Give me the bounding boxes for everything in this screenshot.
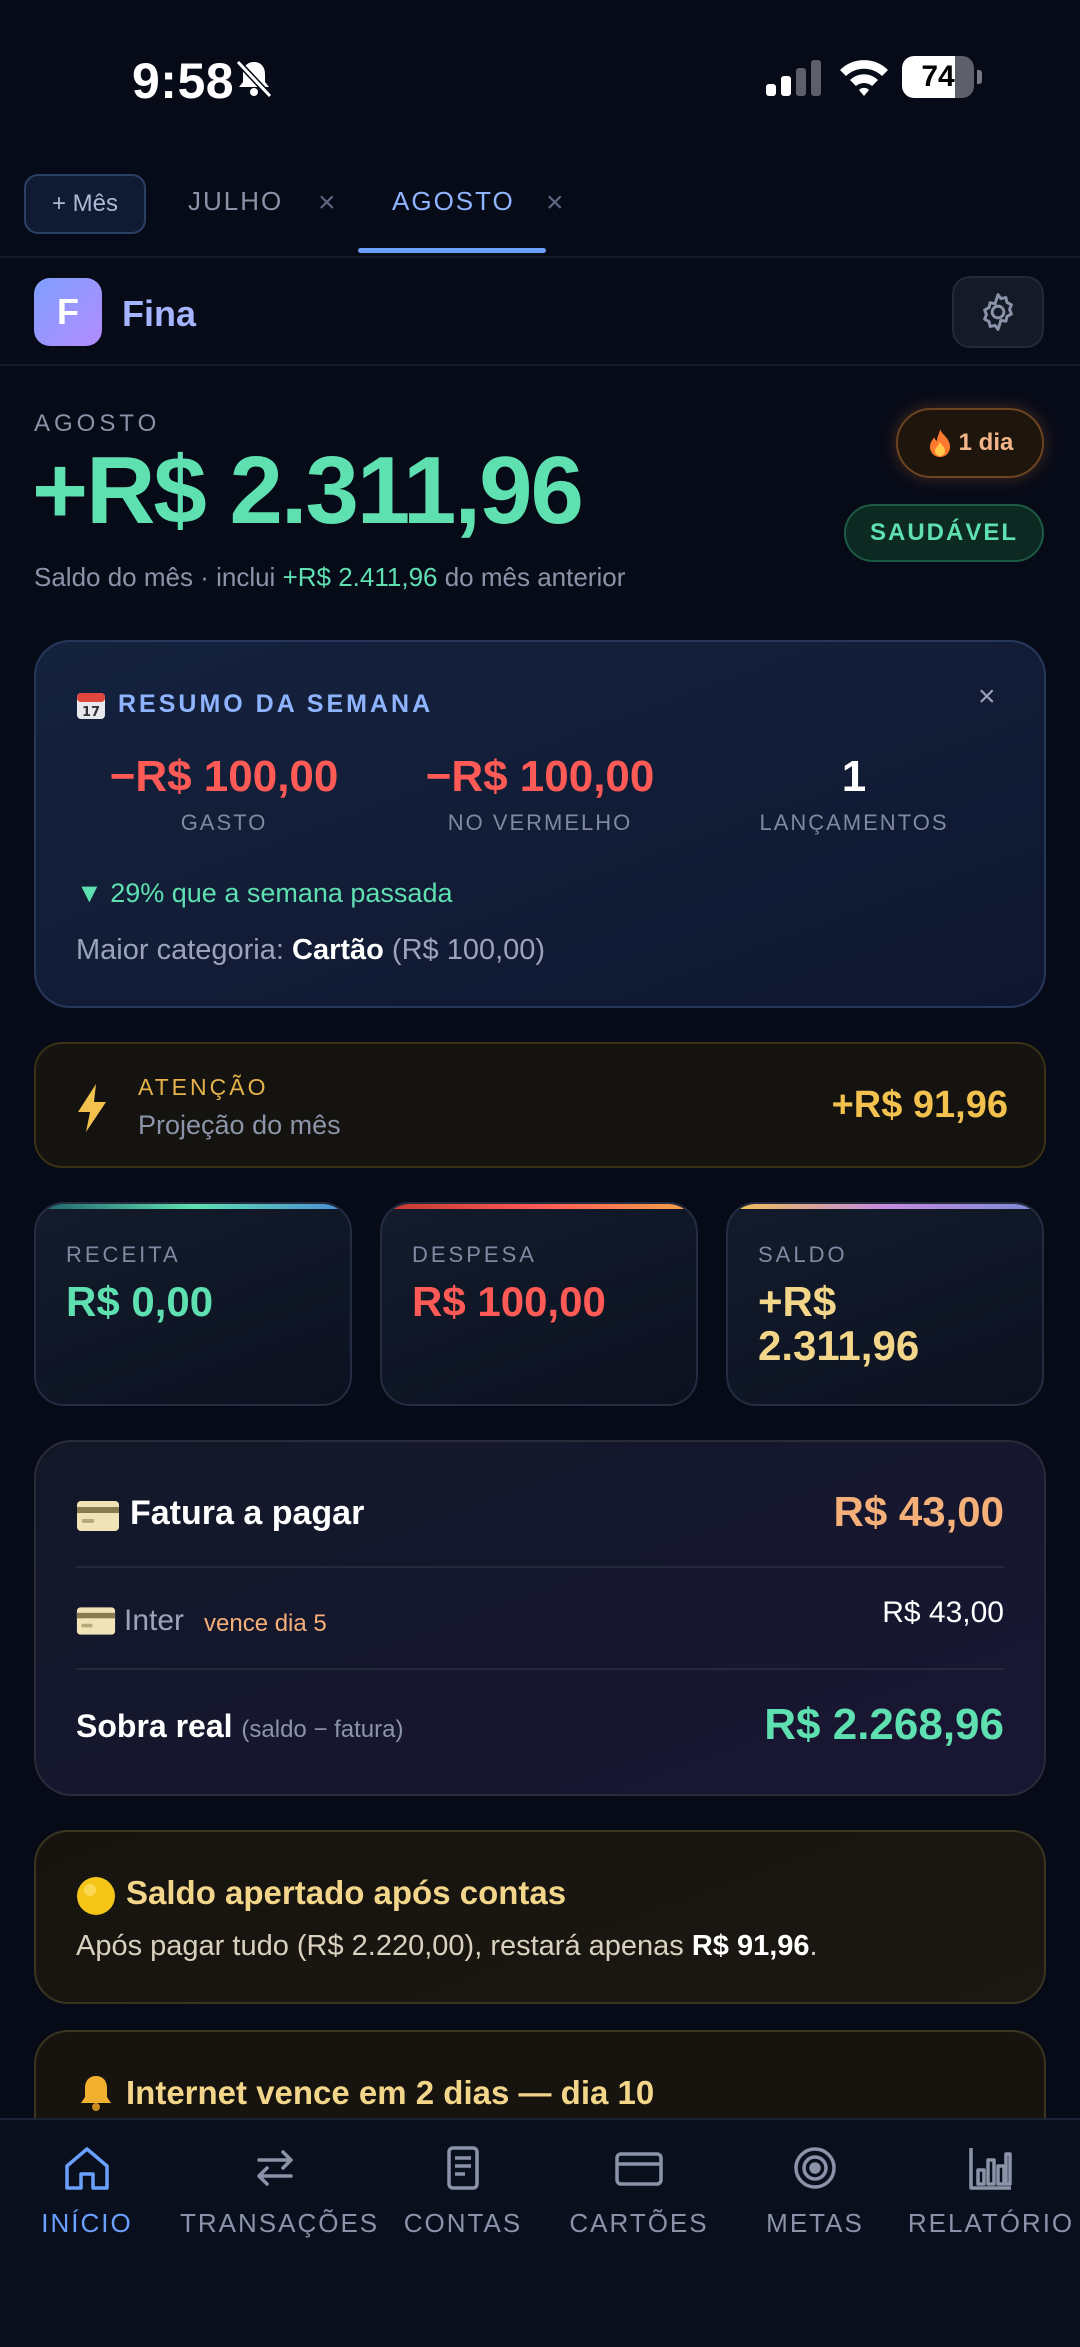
- nav-label-relatorio: RELATÓRIO: [907, 2208, 1075, 2238]
- leftover-note: (saldo − fatura): [241, 1716, 404, 1743]
- nav-contas[interactable]: CONTAS: [368, 2142, 558, 2239]
- app-logo: F: [34, 278, 102, 346]
- expense-value: R$ 100,00: [412, 1278, 606, 1325]
- invoice-divider: [76, 1668, 1004, 1670]
- leftover-value: R$ 2.268,96: [764, 1700, 1004, 1749]
- week-spent-value: −R$ 100,00: [109, 752, 339, 801]
- bell-off-icon: [235, 59, 273, 99]
- nav-transacoes[interactable]: TRANSAÇÕES: [180, 2142, 380, 2239]
- active-tab-indicator: [358, 248, 546, 253]
- credit-card-icon: [77, 1501, 119, 1531]
- invoice-title: Fatura a pagar: [130, 1494, 365, 1532]
- header-divider: [0, 364, 1080, 366]
- balance-month-label: AGOSTO: [34, 410, 161, 437]
- invoice-due: vence dia 5: [204, 1610, 327, 1637]
- calendar-icon: 17: [77, 693, 105, 720]
- close-tab-agosto-icon[interactable]: ×: [546, 186, 564, 220]
- close-week-summary-icon[interactable]: ×: [978, 680, 996, 714]
- lightning-icon: [78, 1084, 106, 1132]
- bell-icon: [81, 2076, 111, 2111]
- nav-metas[interactable]: METAS: [720, 2142, 910, 2239]
- settings-button[interactable]: [952, 276, 1044, 348]
- week-entries-value: 1: [841, 752, 867, 801]
- nav-label-cartoes: CARTÕES: [569, 2208, 709, 2238]
- svg-text:17: 17: [82, 705, 100, 720]
- tight-balance-body: Após pagar tudo (R$ 2.220,00), restará a…: [76, 1930, 818, 1962]
- close-tab-julho-icon[interactable]: ×: [318, 186, 336, 220]
- week-trend: ▼ 29% que a semana passada: [76, 878, 453, 908]
- leftover-label: Sobra real (saldo − fatura): [76, 1708, 404, 1744]
- tabs-divider: [0, 256, 1080, 258]
- income-value: R$ 0,00: [66, 1278, 214, 1325]
- cellular-signal-icon: [766, 60, 821, 96]
- attention-subtitle: Projeção do mês: [138, 1110, 341, 1140]
- battery-percent: 74: [921, 60, 955, 93]
- bill-alert-title: Internet vence em 2 dias — dia 10: [126, 2074, 655, 2111]
- status-time: 9:58: [132, 53, 235, 109]
- balance-card-value: +R$ 2.311,96: [758, 1278, 920, 1370]
- fire-icon: [929, 429, 950, 457]
- target-icon: [794, 2147, 836, 2189]
- income-label: RECEITA: [66, 1242, 181, 1267]
- invoice-total: R$ 43,00: [833, 1488, 1004, 1535]
- expense-label: DESPESA: [412, 1242, 537, 1267]
- month-balance: +R$ 2.311,96: [32, 437, 584, 544]
- projection-value: +R$ 91,96: [831, 1084, 1008, 1126]
- yellow-circle-icon: [77, 1877, 115, 1915]
- week-red-label: NO VERMELHO: [447, 810, 633, 835]
- battery-icon: 74: [902, 56, 982, 98]
- invoice-divider: [76, 1566, 1004, 1568]
- top-category: Maior categoria: Cartão (R$ 100,00): [76, 934, 546, 966]
- gear-icon: [983, 293, 1013, 331]
- nav-label-transacoes: TRANSAÇÕES: [180, 2208, 380, 2238]
- credit-card-icon: [76, 1607, 116, 1635]
- streak-badge[interactable]: 1 dia: [896, 408, 1044, 478]
- tab-agosto[interactable]: AGOSTO: [392, 186, 515, 217]
- nav-inicio[interactable]: INÍCIO: [0, 2142, 182, 2239]
- chart-icon: [969, 2148, 1012, 2190]
- nav-cartoes[interactable]: CARTÕES: [544, 2142, 734, 2239]
- home-icon: [65, 2147, 109, 2190]
- app-name: Fina: [122, 293, 197, 334]
- week-spent-label: GASTO: [180, 810, 268, 835]
- document-icon: [447, 2146, 479, 2190]
- arrows-icon: [257, 2150, 293, 2186]
- health-badge: SAUDÁVEL: [844, 504, 1044, 562]
- week-red-value: −R$ 100,00: [425, 752, 655, 801]
- previous-month-amount: +R$ 2.411,96: [282, 562, 438, 592]
- balance-subtitle: Saldo do mês · inclui +R$ 2.411,96 do mê…: [34, 562, 626, 592]
- tight-balance-card[interactable]: [34, 1830, 1046, 2004]
- nav-relatorio[interactable]: RELATÓRIO: [896, 2142, 1080, 2239]
- card-icon: [615, 2152, 663, 2186]
- nav-label-metas: METAS: [766, 2208, 864, 2238]
- week-summary-title: RESUMO DA SEMANA: [118, 690, 434, 718]
- invoice-bank-value: R$ 43,00: [882, 1596, 1004, 1629]
- week-entries-label: LANÇAMENTOS: [759, 810, 949, 835]
- add-month-button[interactable]: + Mês: [24, 174, 146, 234]
- tab-julho[interactable]: JULHO: [188, 186, 283, 217]
- streak-label: 1 dia: [958, 429, 1014, 456]
- nav-label-inicio: INÍCIO: [41, 2208, 133, 2238]
- attention-title: ATENÇÃO: [138, 1074, 269, 1100]
- tight-balance-title: Saldo apertado após contas: [126, 1874, 567, 1911]
- invoice-bank: Inter: [124, 1604, 185, 1637]
- balance-card-label: SALDO: [758, 1242, 848, 1267]
- nav-label-contas: CONTAS: [403, 2208, 523, 2238]
- wifi-icon: [840, 60, 888, 96]
